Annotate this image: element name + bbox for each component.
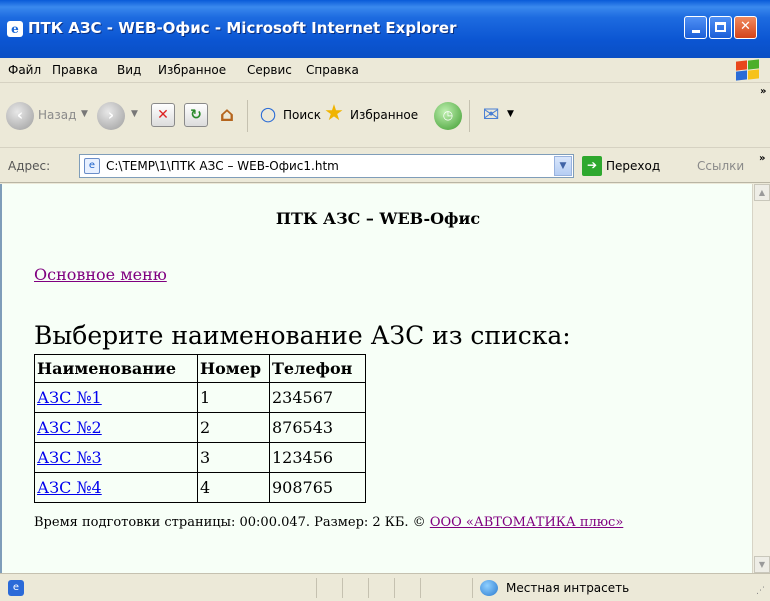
column-header-number: Номер [197, 354, 270, 383]
station-link[interactable]: АЗС №2 [37, 418, 102, 437]
station-name-cell: АЗС №4 [34, 472, 198, 503]
refresh-icon[interactable]: ↻ [184, 103, 208, 127]
toolbar-separator [247, 100, 248, 132]
history-icon[interactable]: ◷ [434, 102, 462, 130]
station-phone-cell: 876543 [269, 412, 366, 443]
toolbar-chevron-icon[interactable]: » [760, 86, 766, 97]
title-bar[interactable]: e ПТК АЗС - WEB-Офис - Microsoft Interne… [0, 0, 770, 58]
menu-edit[interactable]: Правка [52, 63, 98, 77]
station-phone-cell: 234567 [269, 382, 366, 413]
links-label[interactable]: Ссылки [697, 159, 744, 173]
station-name-cell: АЗС №3 [34, 442, 198, 473]
forward-arrow-icon[interactable]: › [97, 102, 125, 130]
menu-file[interactable]: Файл [8, 63, 41, 77]
address-label: Адрес: [8, 159, 51, 173]
table-header-row: Наименование Номер Телефон [34, 354, 366, 383]
main-menu-link[interactable]: Основное меню [34, 265, 167, 284]
station-number-cell: 2 [197, 412, 270, 443]
back-button-label[interactable]: Назад [38, 108, 76, 122]
window-title: ПТК АЗС - WEB-Офис - Microsoft Internet … [28, 19, 457, 37]
page-icon: e [84, 158, 100, 174]
table-row: АЗС №1 1 234567 [34, 382, 366, 413]
station-number-cell: 4 [197, 472, 270, 503]
forward-dropdown-icon[interactable]: ▼ [131, 109, 138, 119]
status-divider [420, 578, 421, 598]
toolbar-separator [469, 100, 470, 132]
ie-logo-icon: e [7, 21, 23, 37]
maximize-button[interactable] [709, 16, 732, 39]
station-link[interactable]: АЗС №3 [37, 448, 102, 467]
footer-text: Время подготовки страницы: 00:00.047. Ра… [34, 515, 426, 530]
station-number-cell: 1 [197, 382, 270, 413]
station-name-cell: АЗС №2 [34, 412, 198, 443]
stations-table: Наименование Номер Телефон АЗС №1 1 2345… [34, 354, 366, 503]
stop-icon[interactable]: ✕ [151, 103, 175, 127]
close-button[interactable]: ✕ [734, 16, 757, 39]
favorites-star-icon[interactable]: ★ [322, 103, 346, 127]
status-bar: e Местная интрасеть ⋰ [0, 573, 770, 601]
close-icon: ✕ [740, 19, 751, 34]
back-dropdown-icon[interactable]: ▼ [81, 109, 88, 119]
station-phone-cell: 123456 [269, 442, 366, 473]
intranet-zone-icon [480, 580, 498, 596]
scroll-down-icon[interactable]: ▼ [754, 556, 770, 573]
maximize-icon [715, 22, 726, 32]
status-divider [394, 578, 395, 598]
page-viewport: ПТК АЗС – WEB-Офис Основное меню Выберит… [0, 184, 752, 573]
address-input[interactable]: e C:\TEMP\1\ПТК АЗС – WEB-Офис1.htm ▼ [79, 154, 574, 178]
station-name-cell: АЗС №1 [34, 382, 198, 413]
go-arrow-icon[interactable]: ➔ [582, 156, 602, 176]
windows-logo-icon [734, 59, 760, 82]
home-icon[interactable]: ⌂ [215, 103, 239, 127]
chevron-down-icon[interactable]: ▼ [554, 156, 572, 176]
mail-dropdown-icon[interactable]: ▼ [507, 109, 514, 119]
address-value[interactable]: C:\TEMP\1\ПТК АЗС – WEB-Офис1.htm [106, 159, 339, 173]
ie-window: e ПТК АЗС - WEB-Офис - Microsoft Interne… [0, 0, 770, 601]
search-button-label[interactable]: Поиск [283, 108, 321, 122]
status-divider [342, 578, 343, 598]
menu-view[interactable]: Вид [117, 63, 141, 77]
table-row: АЗС №2 2 876543 [34, 412, 366, 443]
resize-grip-icon[interactable]: ⋰ [756, 586, 765, 596]
menu-tools[interactable]: Сервис [247, 63, 292, 77]
security-zone-label: Местная интрасеть [506, 581, 630, 595]
station-number-cell: 3 [197, 442, 270, 473]
address-bar: Адрес: e C:\TEMP\1\ПТК АЗС – WEB-Офис1.h… [0, 149, 770, 183]
table-row: АЗС №3 3 123456 [34, 442, 366, 473]
menu-help[interactable]: Справка [306, 63, 359, 77]
status-divider [316, 578, 317, 598]
page-status-icon: e [8, 580, 24, 596]
select-station-heading: Выберите наименование АЗС из списка: [34, 321, 571, 350]
go-button-label[interactable]: Переход [606, 159, 660, 173]
back-arrow-icon[interactable]: ‹ [6, 102, 34, 130]
scroll-up-icon[interactable]: ▲ [754, 184, 770, 201]
toolbar: ‹ Назад ▼ › ▼ ✕ ↻ ⌂ ○ Поиск ★ Избранное … [0, 84, 770, 148]
station-link[interactable]: АЗС №4 [37, 478, 102, 497]
minimize-button[interactable] [684, 16, 707, 39]
vertical-scrollbar[interactable]: ▲ ▼ [752, 184, 770, 573]
page-footer: Время подготовки страницы: 00:00.047. Ра… [34, 515, 623, 530]
favorites-button-label[interactable]: Избранное [350, 108, 418, 122]
status-divider [472, 578, 473, 598]
station-phone-cell: 908765 [269, 472, 366, 503]
search-icon[interactable]: ○ [256, 103, 280, 127]
menu-favorites[interactable]: Избранное [158, 63, 226, 77]
mail-icon[interactable]: ✉ [479, 103, 503, 127]
page-title: ПТК АЗС – WEB-Офис [275, 209, 481, 228]
company-link[interactable]: ООО «АВТОМАТИКА плюс» [430, 515, 623, 530]
status-divider [368, 578, 369, 598]
table-row: АЗС №4 4 908765 [34, 472, 366, 503]
column-header-phone: Телефон [269, 354, 366, 383]
address-chevron-icon[interactable]: » [759, 153, 765, 164]
menu-bar: Файл Правка Вид Избранное Сервис Справка [0, 58, 770, 83]
column-header-name: Наименование [34, 354, 198, 383]
minimize-icon [691, 30, 700, 33]
station-link[interactable]: АЗС №1 [37, 388, 102, 407]
